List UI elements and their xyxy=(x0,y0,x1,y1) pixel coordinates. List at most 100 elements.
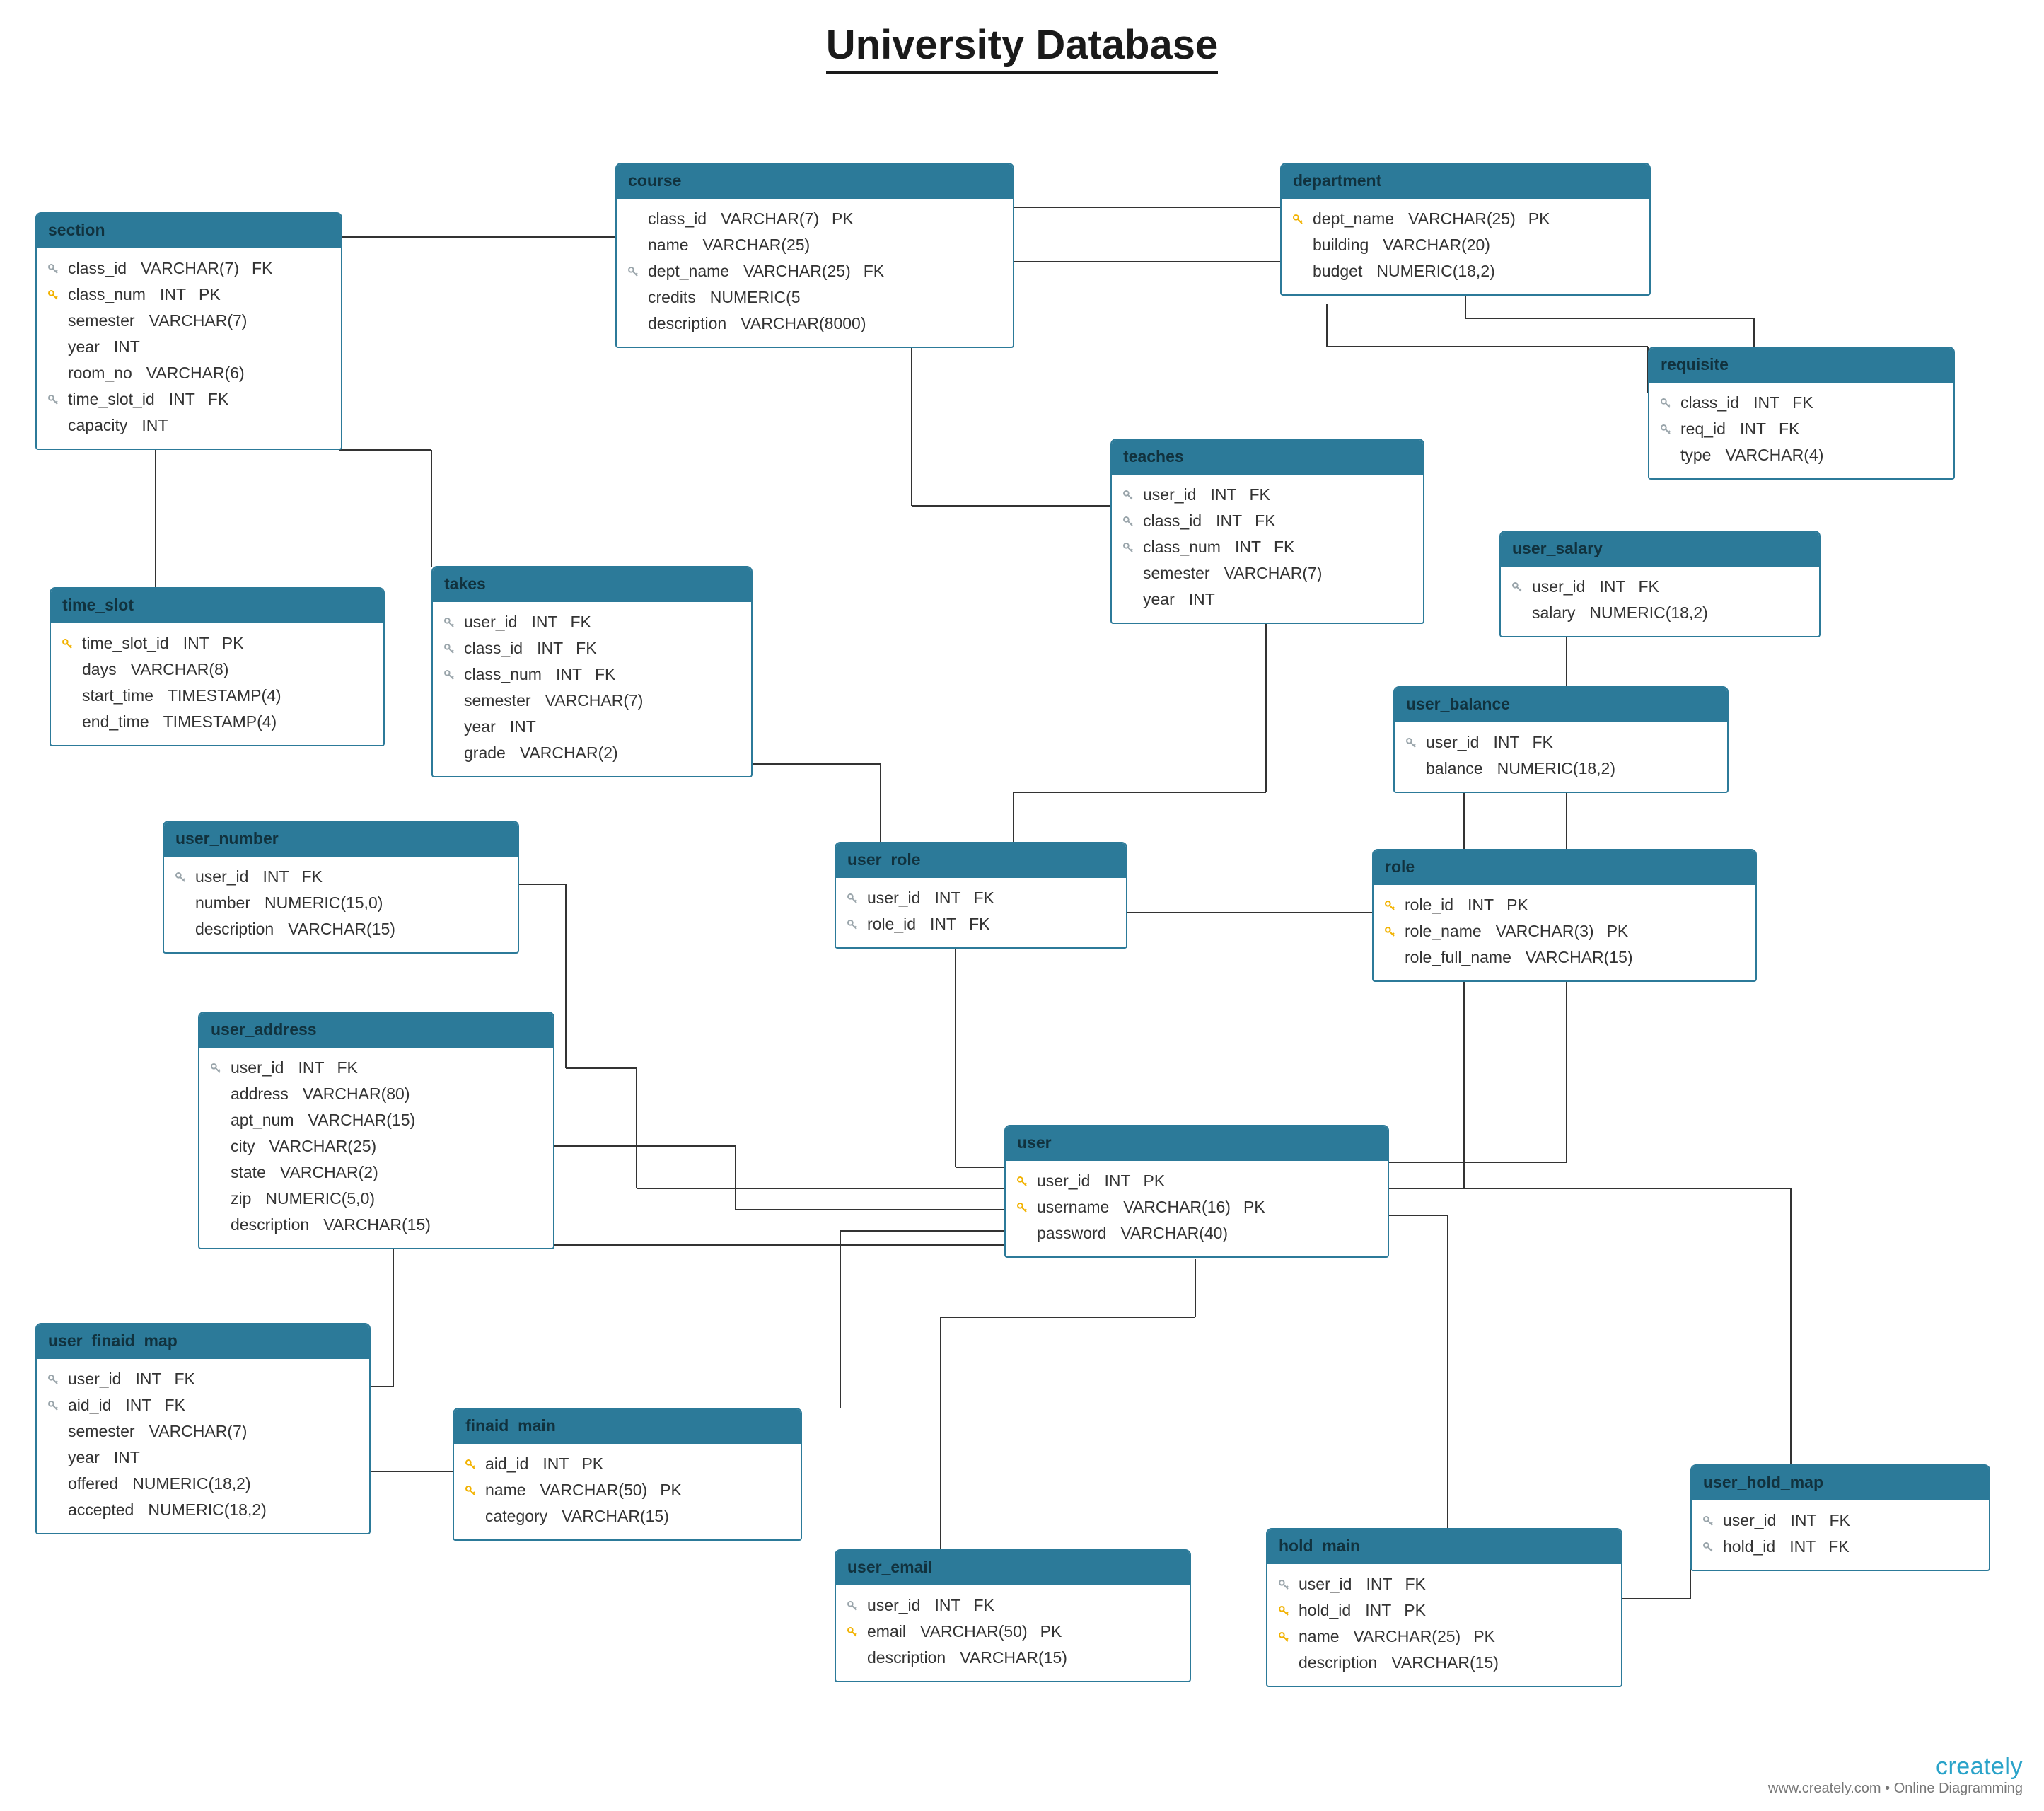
column-type: TIMESTAMP(4) xyxy=(163,712,277,731)
column-name: role_full_name xyxy=(1405,948,1511,967)
column-type: VARCHAR(7) xyxy=(1224,564,1323,583)
key-slot xyxy=(1289,214,1307,225)
column-name: description xyxy=(1299,1653,1377,1672)
column-name: role_id xyxy=(867,915,916,934)
key-slot xyxy=(440,643,458,654)
column-type: VARCHAR(7) xyxy=(149,1422,248,1441)
entity-section[interactable]: section class_id VARCHAR(7) FK class_num… xyxy=(35,212,342,450)
entity-body: user_id INT FK role_id INT FK xyxy=(836,878,1126,947)
column-constraint: PK xyxy=(1040,1622,1062,1641)
entity-header: user xyxy=(1006,1126,1388,1161)
key-slot xyxy=(843,1600,861,1612)
fk-key-icon xyxy=(1660,398,1671,409)
entity-takes[interactable]: takes user_id INT FK class_id INT FK cla… xyxy=(431,566,753,777)
column-name: apt_num xyxy=(231,1111,294,1130)
entity-user_balance[interactable]: user_balance user_id INT FK balance NUME… xyxy=(1393,686,1729,793)
column-type: VARCHAR(25) xyxy=(269,1137,377,1156)
entity-header: role xyxy=(1374,850,1755,885)
entity-hold_main[interactable]: hold_main user_id INT FK hold_id INT PK … xyxy=(1266,1528,1622,1687)
entity-body: aid_id INT PK name VARCHAR(50) PK catego… xyxy=(454,1444,801,1539)
entity-department[interactable]: department dept_name VARCHAR(25) PK buil… xyxy=(1280,163,1651,296)
column-name: building xyxy=(1313,236,1369,255)
entity-finaid_main[interactable]: finaid_main aid_id INT PK name VARCHAR(5… xyxy=(453,1408,802,1541)
key-slot xyxy=(1119,542,1137,553)
column-name: role_name xyxy=(1405,922,1482,941)
entity-row: email VARCHAR(50) PK xyxy=(840,1619,1185,1645)
column-constraint: FK xyxy=(595,665,615,684)
column-name: aid_id xyxy=(485,1454,528,1474)
pk-key-icon xyxy=(47,289,59,301)
column-type: INT xyxy=(556,665,582,684)
entity-row: capacity INT xyxy=(41,412,337,439)
entity-row: user_id INT FK xyxy=(437,609,747,635)
column-name: user_id xyxy=(867,889,920,908)
column-name: type xyxy=(1680,446,1711,465)
column-type: INT xyxy=(934,1596,960,1615)
entity-row: year INT xyxy=(437,714,747,740)
column-type: INT xyxy=(542,1454,569,1474)
entity-user_hold_map[interactable]: user_hold_map user_id INT FK hold_id INT… xyxy=(1690,1464,1990,1571)
entity-user_number[interactable]: user_number user_id INT FK number NUMERI… xyxy=(163,821,519,954)
column-name: user_id xyxy=(867,1596,920,1615)
column-type: INT xyxy=(114,337,140,357)
key-slot xyxy=(58,638,76,649)
entity-requisite[interactable]: requisite class_id INT FK req_id INT FK … xyxy=(1648,347,1955,480)
column-constraint: FK xyxy=(969,915,989,934)
column-type: INT xyxy=(135,1370,161,1389)
entity-row: offered NUMERIC(18,2) xyxy=(41,1471,365,1497)
entity-teaches[interactable]: teaches user_id INT FK class_id INT FK c… xyxy=(1110,439,1424,624)
column-constraint: PK xyxy=(660,1481,682,1500)
key-slot xyxy=(207,1063,225,1074)
entity-course[interactable]: course class_id VARCHAR(7) PK name VARCH… xyxy=(615,163,1014,348)
entity-user_salary[interactable]: user_salary user_id INT FK salary NUMERI… xyxy=(1499,531,1821,637)
column-constraint: FK xyxy=(1274,538,1294,557)
column-type: VARCHAR(15) xyxy=(288,920,395,939)
column-name: name xyxy=(485,1481,526,1500)
key-slot xyxy=(44,263,62,274)
entity-user_role[interactable]: user_role user_id INT FK role_id INT FK xyxy=(835,842,1127,949)
column-constraint: FK xyxy=(1828,1537,1849,1556)
column-type: VARCHAR(16) xyxy=(1123,1198,1231,1217)
column-name: semester xyxy=(464,691,531,710)
entity-header: finaid_main xyxy=(454,1409,801,1444)
key-slot xyxy=(1656,424,1675,435)
column-name: semester xyxy=(1143,564,1210,583)
column-name: username xyxy=(1037,1198,1109,1217)
entity-body: user_id INT FK number NUMERIC(15,0) desc… xyxy=(164,857,518,952)
column-name: state xyxy=(231,1163,266,1182)
column-type: VARCHAR(15) xyxy=(562,1507,669,1526)
column-type: VARCHAR(25) xyxy=(743,262,851,281)
entity-row: name VARCHAR(25) PK xyxy=(1272,1624,1617,1650)
pk-key-icon xyxy=(1016,1176,1028,1187)
column-type: NUMERIC(15,0) xyxy=(265,893,383,913)
column-name: class_num xyxy=(68,285,146,304)
entity-header: section xyxy=(37,214,341,248)
entity-row: hold_id INT FK xyxy=(1696,1534,1985,1560)
key-slot xyxy=(440,669,458,681)
column-name: hold_id xyxy=(1299,1601,1351,1620)
column-type: VARCHAR(80) xyxy=(303,1084,410,1104)
entity-row: aid_id INT FK xyxy=(41,1392,365,1418)
pk-key-icon xyxy=(1384,926,1395,937)
column-constraint: FK xyxy=(1405,1575,1426,1594)
key-slot xyxy=(843,919,861,930)
entity-time_slot[interactable]: time_slot time_slot_id INT PK days VARCH… xyxy=(50,587,385,746)
entity-row: description VARCHAR(15) xyxy=(1272,1650,1617,1676)
entity-user_email[interactable]: user_email user_id INT FK email VARCHAR(… xyxy=(835,1549,1191,1682)
column-type: INT xyxy=(930,915,956,934)
entity-user[interactable]: user user_id INT PK username VARCHAR(16)… xyxy=(1004,1125,1389,1258)
entity-header: user_hold_map xyxy=(1692,1466,1989,1500)
entity-user_address[interactable]: user_address user_id INT FK address VARC… xyxy=(198,1012,554,1249)
entity-header: user_number xyxy=(164,822,518,857)
column-name: time_slot_id xyxy=(82,634,169,653)
column-name: name xyxy=(648,236,689,255)
column-name: user_id xyxy=(1532,577,1585,596)
column-constraint: PK xyxy=(581,1454,603,1474)
column-constraint: FK xyxy=(571,613,591,632)
column-constraint: PK xyxy=(1607,922,1629,941)
column-name: req_id xyxy=(1680,420,1726,439)
entity-row: user_id INT FK xyxy=(1505,574,1815,600)
entity-header: user_address xyxy=(199,1013,553,1048)
entity-role[interactable]: role role_id INT PK role_name VARCHAR(3)… xyxy=(1372,849,1757,982)
entity-user_finaid_map[interactable]: user_finaid_map user_id INT FK aid_id IN… xyxy=(35,1323,371,1534)
